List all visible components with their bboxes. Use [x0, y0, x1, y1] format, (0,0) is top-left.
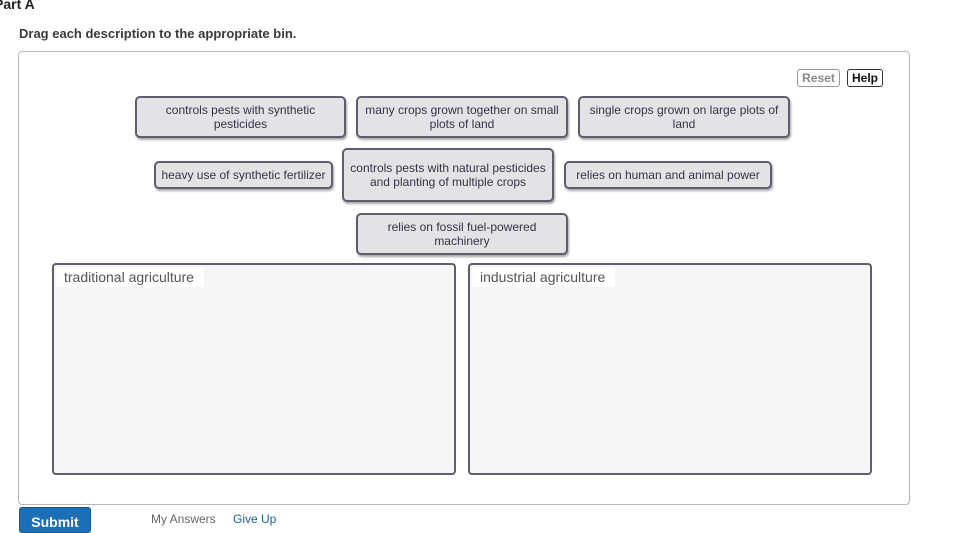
- part-title: Part A: [0, 0, 35, 12]
- instructions: Drag each description to the appropriate…: [19, 26, 297, 41]
- my-answers-label: My Answers: [151, 512, 216, 526]
- draggable-chip[interactable]: many crops grown together on small plots…: [356, 96, 568, 138]
- draggable-chip[interactable]: single crops grown on large plots of lan…: [578, 96, 790, 138]
- bin-label: traditional agriculture: [56, 267, 204, 287]
- bin-traditional-agriculture[interactable]: traditional agriculture: [52, 263, 456, 475]
- submit-button[interactable]: Submit: [19, 507, 91, 533]
- draggable-chip[interactable]: controls pests with synthetic pesticides: [135, 96, 346, 138]
- help-button[interactable]: Help: [847, 69, 883, 87]
- draggable-chip[interactable]: controls pests with natural pesticides a…: [342, 148, 554, 202]
- draggable-chip[interactable]: heavy use of synthetic fertilizer: [154, 161, 333, 189]
- bin-label: industrial agriculture: [472, 267, 616, 287]
- draggable-chip[interactable]: relies on fossil fuel-powered machinery: [356, 213, 568, 255]
- draggable-chip[interactable]: relies on human and animal power: [564, 161, 772, 189]
- bin-industrial-agriculture[interactable]: industrial agriculture: [468, 263, 872, 475]
- reset-button[interactable]: Reset: [797, 69, 840, 87]
- give-up-link[interactable]: Give Up: [233, 512, 276, 526]
